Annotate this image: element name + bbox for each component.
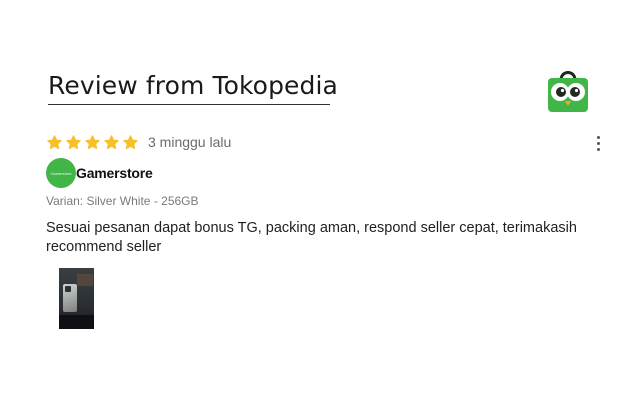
- avatar[interactable]: Gamerstore: [46, 158, 76, 188]
- star-icon: [47, 134, 62, 149]
- reviewer: Gamerstore Gamerstore: [46, 158, 153, 188]
- review-time: 3 minggu lalu: [148, 134, 232, 150]
- avatar-label: Gamerstore: [50, 170, 72, 176]
- title-underline: [48, 104, 330, 105]
- photo-camera: [65, 286, 71, 292]
- photo-shadow: [59, 315, 94, 329]
- more-vertical-icon-dot: [596, 147, 600, 151]
- more-options-button[interactable]: [590, 132, 606, 154]
- reviewer-name[interactable]: Gamerstore: [76, 165, 153, 181]
- review-text: Sesuai pesanan dapat bonus TG, packing a…: [46, 220, 577, 255]
- star-icon: [104, 134, 119, 149]
- star-icon: [66, 134, 81, 149]
- star-icon: [123, 134, 138, 149]
- more-vertical-icon: [596, 135, 600, 139]
- more-vertical-icon-dot: [596, 141, 600, 145]
- variant-label: Varian: Silver White - 256GB: [46, 194, 199, 208]
- rating-row: 3 minggu lalu: [46, 132, 231, 152]
- review-photo-thumbnail[interactable]: [59, 268, 94, 329]
- star-icon: [85, 134, 100, 149]
- tokopedia-logo-icon: [548, 71, 588, 112]
- page-title: Review from Tokopedia: [48, 71, 338, 100]
- photo-background: [77, 274, 93, 286]
- star-rating: [46, 134, 139, 151]
